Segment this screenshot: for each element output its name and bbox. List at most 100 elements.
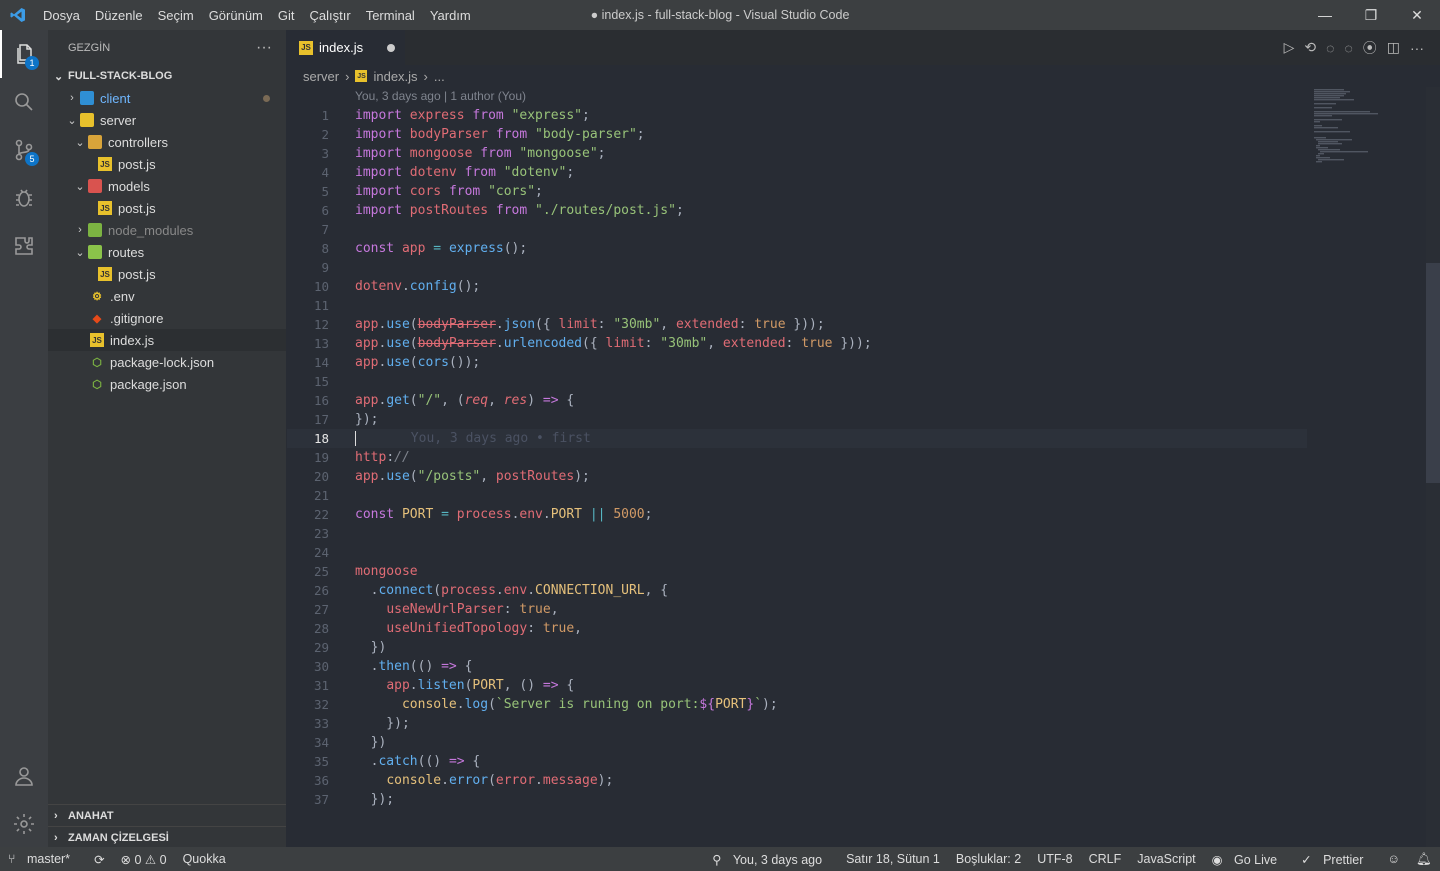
tree-item-models-post[interactable]: JS post.js	[48, 197, 286, 219]
source-control-icon[interactable]: 5	[0, 126, 48, 174]
tree-label: package.json	[110, 376, 187, 392]
git-branch-icon[interactable]: ⑂ master*	[8, 852, 78, 866]
minimap[interactable]	[1314, 87, 1426, 847]
code-line: 11	[287, 296, 1307, 315]
title-bar: Dosya Düzenle Seçim Görünüm Git Çalıştır…	[0, 0, 1440, 30]
tree-item-package[interactable]: ⬡ package.json	[48, 373, 286, 395]
restore-icon[interactable]: ❐	[1348, 0, 1394, 30]
tree-label: client	[100, 90, 131, 106]
tree-label: package-lock.json	[110, 354, 215, 370]
node-file-icon: ⬡	[92, 378, 102, 391]
indentation[interactable]: Boşluklar: 2	[956, 852, 1021, 866]
code-line: 4 import dotenv from "dotenv";	[287, 163, 1307, 182]
prettier-status[interactable]: ✓ Prettier	[1301, 852, 1371, 867]
feedback-icon[interactable]: ☺	[1387, 852, 1400, 866]
debug-icon[interactable]	[0, 174, 48, 222]
tree-item-client[interactable]: › client	[48, 87, 286, 109]
settings-gear-icon[interactable]	[0, 800, 48, 848]
code-line: 20 app.use("/posts", postRoutes);	[287, 467, 1307, 486]
problems-indicator[interactable]: ⊗ 0 ⚠ 0	[121, 852, 167, 867]
close-icon[interactable]: ✕	[1394, 0, 1440, 30]
menu-duzenle[interactable]: Düzenle	[95, 8, 143, 23]
explorer-icon[interactable]: 1	[0, 30, 48, 78]
code-line: 30 .then(() => {	[287, 657, 1307, 676]
workspace-root[interactable]: ⌄ FULL-STACK-BLOG	[48, 65, 286, 87]
quokka-status[interactable]: Quokka	[183, 852, 226, 866]
menu-git[interactable]: Git	[278, 8, 295, 23]
folder-models-icon	[88, 179, 102, 193]
timeline-section[interactable]: › ZAMAN ÇİZELGESİ	[48, 826, 286, 848]
folder-routes-icon	[88, 245, 102, 259]
git-blame-status[interactable]: ⚲ You, 3 days ago	[712, 852, 830, 867]
unsaved-dot-icon[interactable]	[387, 44, 395, 52]
tab-index-js[interactable]: JS index.js	[287, 30, 405, 65]
tab-label: index.js	[319, 40, 364, 55]
menu-secim[interactable]: Seçim	[158, 8, 194, 23]
line-number: 1	[321, 108, 329, 123]
line-number: 6	[321, 203, 329, 218]
line-number: 2	[321, 127, 329, 142]
scrollbar-thumb[interactable]	[1426, 263, 1440, 483]
line-number: 33	[313, 716, 329, 731]
line-number: 27	[313, 602, 329, 617]
tree-item-package-lock[interactable]: ⬡ package-lock.json	[48, 351, 286, 373]
notifications-bell-icon[interactable]: 🔔︎	[1416, 852, 1432, 867]
tree-item-controllers[interactable]: ⌄ controllers	[48, 131, 286, 153]
tree-item-index[interactable]: JS index.js	[48, 329, 286, 351]
code-line: 22 const PORT = process.env.PORT || 5000;	[287, 505, 1307, 524]
tree-label: routes	[108, 244, 145, 260]
source-control-badge: 5	[25, 152, 39, 166]
tree-item-routes-post[interactable]: JS post.js	[48, 263, 286, 285]
tree-item-gitignore[interactable]: ◆ .gitignore	[48, 307, 286, 329]
code-line: 35 .catch(() => {	[287, 752, 1307, 771]
menu-calistir[interactable]: Çalıştır	[310, 8, 351, 23]
breadcrumb-folder[interactable]: server	[303, 69, 339, 84]
git-previous-icon[interactable]: ◌	[1326, 40, 1334, 56]
breadcrumb-symbol[interactable]: ...	[434, 69, 445, 84]
tree-label: server	[100, 112, 137, 128]
cursor-position[interactable]: Satır 18, Sütun 1	[846, 852, 940, 866]
git-file-icon: ◆	[92, 312, 102, 325]
menu-yardim[interactable]: Yardım	[430, 8, 471, 23]
chevron-down-icon: ⌄	[75, 180, 85, 193]
tree-item-controllers-post[interactable]: JS post.js	[48, 153, 286, 175]
line-number: 16	[313, 393, 329, 408]
tree-item-server[interactable]: ⌄ server	[48, 109, 286, 131]
line-number: 12	[313, 317, 329, 332]
menu-dosya[interactable]: Dosya	[43, 8, 80, 23]
split-editor-icon[interactable]: ◫	[1387, 39, 1400, 56]
breadcrumb-file[interactable]: index.js	[373, 69, 417, 84]
tree-item-env[interactable]: ⚙ .env	[48, 285, 286, 307]
tree-item-node-modules[interactable]: › node_modules	[48, 219, 286, 241]
extensions-icon[interactable]	[0, 222, 48, 270]
encoding[interactable]: UTF-8	[1037, 852, 1072, 866]
tree-item-models[interactable]: ⌄ models	[48, 175, 286, 197]
line-number: 14	[313, 355, 329, 370]
tree-label: post.js	[118, 156, 156, 172]
run-icon[interactable]: ▷	[1284, 39, 1295, 56]
tree-item-routes[interactable]: ⌄ routes	[48, 241, 286, 263]
language-mode[interactable]: JavaScript	[1137, 852, 1195, 866]
git-compare-icon[interactable]: ⟲	[1304, 39, 1316, 56]
more-actions-icon[interactable]: ···	[256, 39, 272, 57]
git-next-icon[interactable]: ◌	[1344, 40, 1352, 56]
explorer-title: GEZGİN	[68, 41, 111, 54]
account-icon[interactable]	[0, 752, 48, 800]
end-of-line[interactable]: CRLF	[1089, 852, 1122, 866]
outline-section[interactable]: › ANAHAT	[48, 804, 286, 826]
code-editor[interactable]: You, 3 days ago | 1 author (You) 1 import…	[287, 87, 1440, 847]
git-blame-icon[interactable]: ⦿	[1363, 38, 1377, 58]
env-file-icon: ⚙	[92, 290, 102, 303]
sync-icon[interactable]: ⟳	[94, 852, 104, 867]
minimize-icon[interactable]: —	[1302, 0, 1348, 30]
menu-gorunum[interactable]: Görünüm	[209, 8, 263, 23]
editor-tabs: JS index.js	[287, 30, 1440, 65]
go-live-button[interactable]: ◉ Go Live	[1212, 852, 1285, 867]
tree-label: node_modules	[108, 222, 194, 238]
vertical-scrollbar[interactable]	[1426, 87, 1440, 847]
chevron-right-icon: ›	[345, 68, 350, 84]
menu-terminal[interactable]: Terminal	[366, 8, 415, 23]
search-icon[interactable]	[0, 78, 48, 126]
codelens-blame[interactable]: You, 3 days ago | 1 author (You)	[355, 89, 526, 103]
more-actions-icon[interactable]: ···	[1410, 40, 1424, 56]
